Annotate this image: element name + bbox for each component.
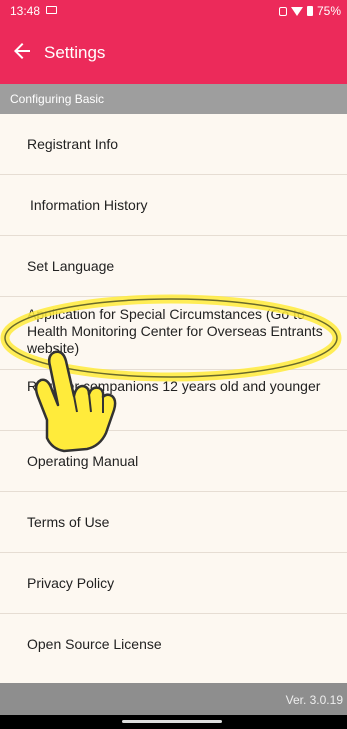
version-label: Ver. 3.0.19 — [285, 693, 343, 707]
navigation-bar — [0, 715, 347, 729]
settings-item-information-history[interactable]: Information History — [0, 175, 347, 236]
settings-item-label: Operating Manual — [27, 453, 139, 469]
status-bar: 13:48 75% — [0, 0, 347, 22]
section-header: Configuring Basic — [0, 84, 347, 114]
page-title: Settings — [44, 43, 106, 62]
settings-item-label: Set Language — [27, 258, 115, 274]
section-title: Configuring Basic — [10, 92, 105, 106]
settings-item-registrant-info[interactable]: Registrant Info — [0, 114, 347, 175]
settings-item-label: Application for Special Circumstances (G… — [27, 306, 323, 356]
wifi-icon — [290, 6, 303, 16]
settings-item-special-circumstances[interactable]: Application for Special Circumstances (G… — [0, 297, 347, 370]
settings-item-privacy-policy[interactable]: Privacy Policy — [0, 553, 347, 614]
settings-item-label: Register companions 12 years old and you… — [27, 378, 321, 394]
battery-icon — [306, 6, 313, 16]
settings-item-open-source-license[interactable]: Open Source License — [0, 614, 347, 678]
screen-cast-icon — [46, 6, 57, 14]
settings-item-operating-manual[interactable]: Operating Manual — [0, 431, 347, 492]
settings-item-label: Information History — [30, 197, 148, 213]
home-gesture-handle[interactable] — [122, 720, 222, 723]
app-bar: Settings — [0, 22, 347, 84]
vibrate-icon — [278, 6, 287, 16]
settings-item-terms-of-use[interactable]: Terms of Use — [0, 492, 347, 553]
settings-item-set-language[interactable]: Set Language — [0, 236, 347, 297]
settings-item-label: Open Source License — [27, 636, 162, 652]
settings-list: Registrant Info Information History Set … — [0, 114, 347, 678]
status-time: 13:48 — [10, 4, 41, 18]
version-footer: Ver. 3.0.19 — [0, 683, 347, 715]
settings-item-label: Registrant Info — [27, 136, 119, 152]
status-icons: 75% — [278, 4, 341, 18]
settings-item-label: Terms of Use — [27, 514, 110, 530]
settings-item-register-companions[interactable]: Register companions 12 years old and you… — [0, 370, 347, 431]
back-arrow-icon[interactable] — [10, 39, 34, 63]
settings-item-label: Privacy Policy — [27, 575, 115, 591]
battery-level: 75% — [316, 4, 341, 18]
